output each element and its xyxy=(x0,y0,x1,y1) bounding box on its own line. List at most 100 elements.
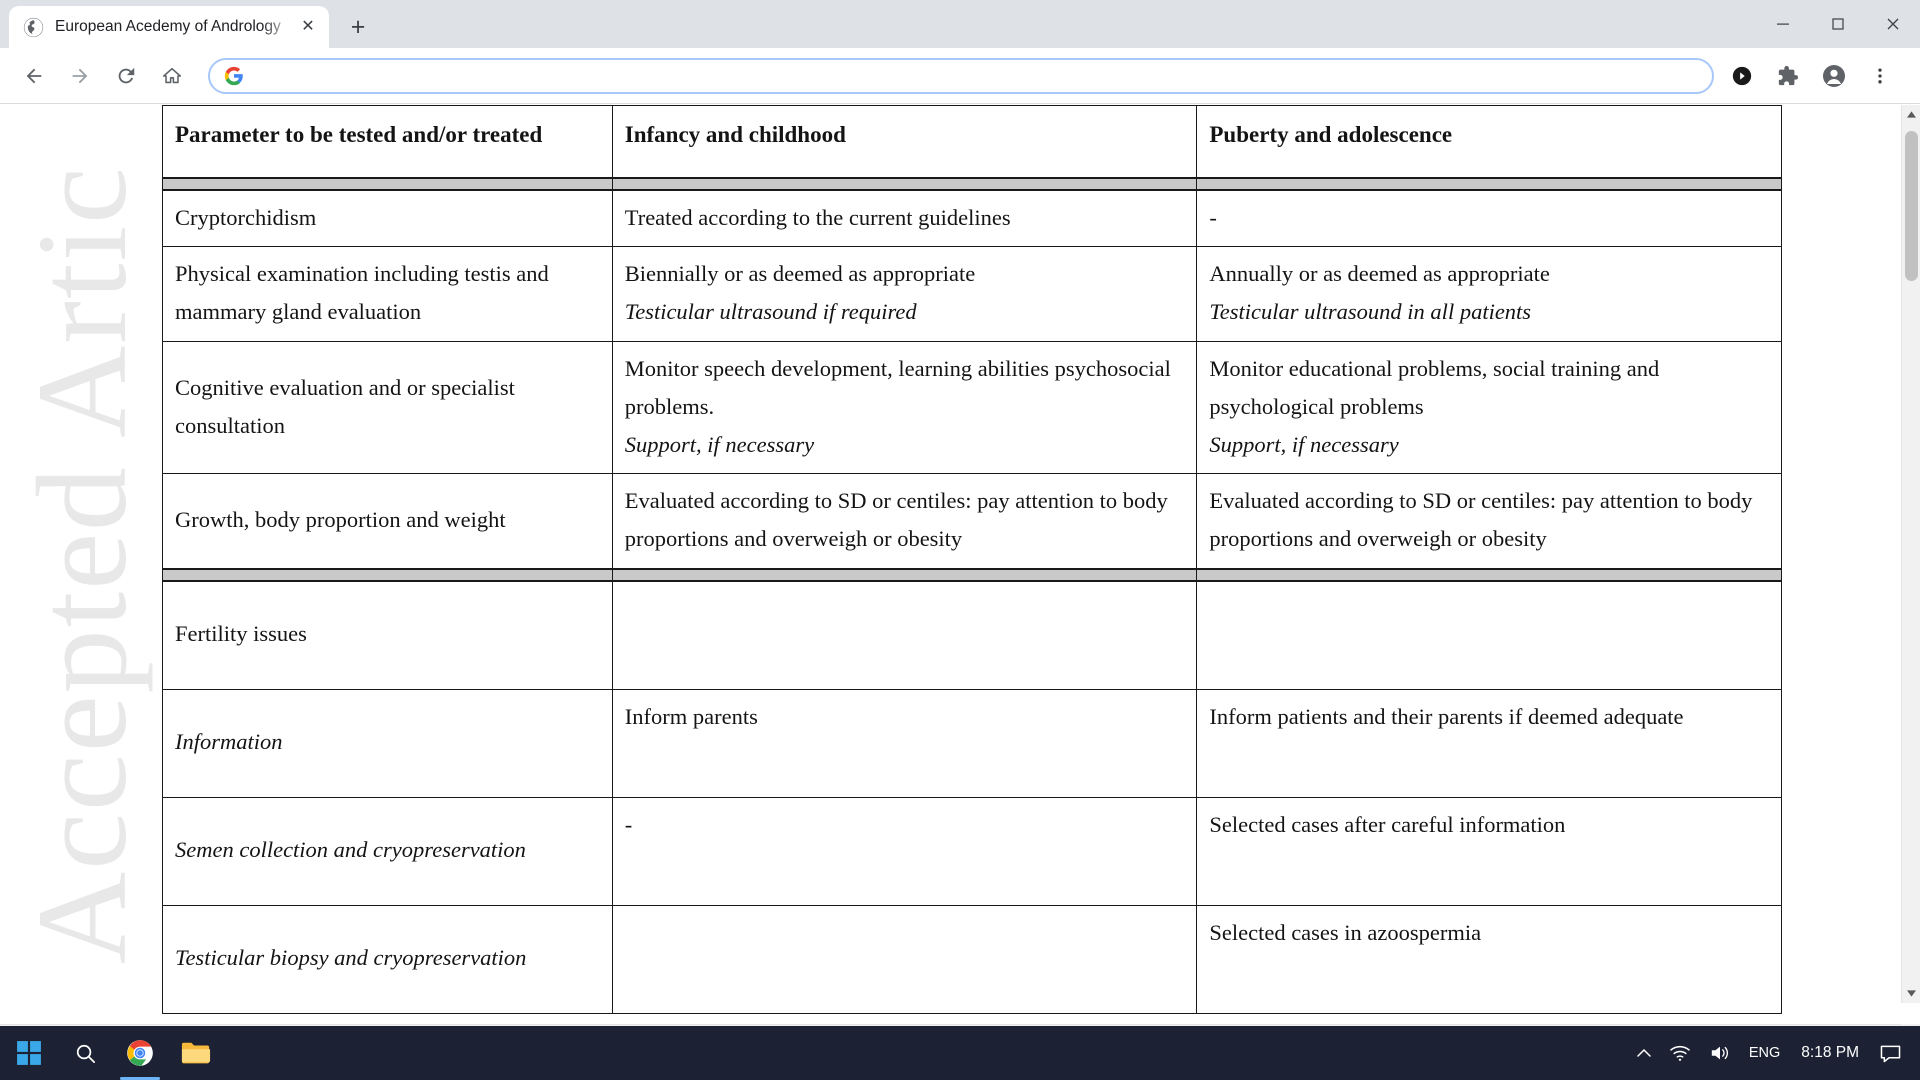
table-head: Parameter to be tested and/or treated In… xyxy=(162,105,1782,179)
three-dot-menu-icon[interactable] xyxy=(1860,56,1900,96)
cell-text-italic: Support, if necessary xyxy=(1209,431,1399,457)
section-divider-cell xyxy=(611,568,1198,582)
cell-text-italic: Testicular ultrasound if required xyxy=(624,299,917,325)
share-icon[interactable] xyxy=(1722,56,1762,96)
cell-puberty: Selected cases in azoospermia xyxy=(1196,904,1782,1014)
taskbar-chrome-button[interactable] xyxy=(112,1026,168,1080)
close-window-button[interactable] xyxy=(1865,0,1920,48)
table-body: Cryptorchidism Treated according to the … xyxy=(162,176,1782,1014)
section-divider-cell xyxy=(162,568,613,582)
table-row: Semen collection and cryopreservation - … xyxy=(162,796,1782,906)
cell-text-italic: Semen collection and cryopreservation xyxy=(175,837,526,863)
new-tab-button[interactable]: + xyxy=(341,10,375,44)
cell-text: Physical examination including testis an… xyxy=(175,261,549,325)
windows-taskbar: ENG 8:18 PM xyxy=(0,1026,1920,1080)
browser-tab-title: European Acedemy of Andrology xyxy=(55,18,281,35)
cell-puberty xyxy=(1196,580,1782,690)
cell-puberty: - xyxy=(1196,189,1782,248)
scroll-up-arrow-icon[interactable] xyxy=(1902,105,1920,124)
vertical-scrollbar-thumb[interactable] xyxy=(1905,131,1918,281)
cell-infancy: Biennially or as deemed as appropriate T… xyxy=(611,246,1198,343)
chrome-icon xyxy=(127,1040,153,1066)
notification-icon xyxy=(1880,1045,1901,1062)
google-g-icon xyxy=(224,66,243,85)
close-tab-icon[interactable]: ✕ xyxy=(295,14,321,40)
speaker-icon xyxy=(1711,1046,1728,1060)
cell-text-italic: Testicular ultrasound in all patients xyxy=(1209,299,1532,325)
cell-infancy xyxy=(611,904,1198,1014)
document-page: Accepted Artic Parameter to be tested an… xyxy=(0,105,1901,1014)
cell-parameter: Cognitive evaluation and or specialist c… xyxy=(162,341,613,475)
cell-parameter: Testicular biopsy and cryopreservation xyxy=(162,904,613,1014)
volume-button[interactable] xyxy=(1700,1026,1740,1080)
tray-expand-button[interactable] xyxy=(1628,1026,1660,1080)
cell-puberty: Evaluated according to SD or centiles: p… xyxy=(1196,473,1782,570)
cell-text: Inform patients and their parents if dee… xyxy=(1209,703,1684,729)
cell-text: Inform parents xyxy=(624,703,758,729)
cell-text: Cryptorchidism xyxy=(175,204,317,230)
cell-infancy: Inform parents xyxy=(611,688,1198,798)
windows-start-icon xyxy=(17,1041,41,1065)
scroll-down-arrow-icon[interactable] xyxy=(1902,984,1920,1003)
cell-text: Growth, body proportion and weight xyxy=(175,507,506,533)
cell-infancy: - xyxy=(611,796,1198,906)
window-controls xyxy=(1755,0,1920,48)
network-status-button[interactable] xyxy=(1660,1026,1700,1080)
cell-puberty: Selected cases after careful information xyxy=(1196,796,1782,906)
cell-infancy xyxy=(611,580,1198,690)
cell-puberty: Annually or as deemed as appropriate Tes… xyxy=(1196,246,1782,343)
cell-text: - xyxy=(624,811,633,837)
cell-text: Treated according to the current guideli… xyxy=(624,204,1011,230)
file-explorer-icon xyxy=(181,1042,211,1064)
taskbar-file-explorer-button[interactable] xyxy=(168,1026,224,1080)
extensions-puzzle-icon[interactable] xyxy=(1768,56,1808,96)
search-icon xyxy=(76,1044,95,1063)
home-button[interactable] xyxy=(152,56,192,96)
cell-text: Evaluated according to SD or centiles: p… xyxy=(624,488,1168,552)
table-row: Growth, body proportion and weight Evalu… xyxy=(162,473,1782,570)
notifications-button[interactable] xyxy=(1871,1026,1910,1080)
language-indicator[interactable]: ENG xyxy=(1740,1026,1789,1080)
cell-text: - xyxy=(1209,204,1217,230)
cell-text-italic: Support, if necessary xyxy=(624,431,815,457)
back-button[interactable] xyxy=(14,56,54,96)
cell-parameter: Physical examination including testis an… xyxy=(162,246,613,343)
cell-text: Cognitive evaluation and or specialist c… xyxy=(175,374,515,438)
maximize-window-button[interactable] xyxy=(1810,0,1865,48)
column-header-parameter: Parameter to be tested and/or treated xyxy=(162,105,613,179)
cell-text-italic: Testicular biopsy and cryopreservation xyxy=(175,945,527,971)
section-divider-cell xyxy=(1196,568,1782,582)
column-header-infancy: Infancy and childhood xyxy=(611,105,1198,179)
browser-tab[interactable]: European Acedemy of Andrology ✕ xyxy=(9,6,329,48)
table-row: Cognitive evaluation and or specialist c… xyxy=(162,341,1782,475)
table-row: Fertility issues xyxy=(162,580,1782,690)
address-bar[interactable] xyxy=(208,57,1714,94)
cell-text: Selected cases after careful information xyxy=(1209,811,1566,837)
start-button[interactable] xyxy=(0,1026,58,1080)
forward-button[interactable] xyxy=(60,56,100,96)
section-divider-cell xyxy=(1196,176,1782,191)
page-viewport: Accepted Artic Parameter to be tested an… xyxy=(0,105,1920,1026)
table-row: Cryptorchidism Treated according to the … xyxy=(162,189,1782,248)
column-header-puberty: Puberty and adolescence xyxy=(1196,105,1782,179)
section-divider-cell xyxy=(162,176,613,191)
minimize-window-button[interactable] xyxy=(1755,0,1810,48)
cell-infancy: Monitor speech development, learning abi… xyxy=(611,341,1198,475)
cell-text: Evaluated according to SD or centiles: p… xyxy=(1209,488,1753,552)
reload-button[interactable] xyxy=(106,56,146,96)
vertical-scrollbar[interactable] xyxy=(1901,105,1920,1003)
clock[interactable]: 8:18 PM xyxy=(1789,1026,1871,1080)
toolbar-right-actions xyxy=(1722,56,1906,96)
cell-infancy: Treated according to the current guideli… xyxy=(611,189,1198,248)
cell-text: Annually or as deemed as appropriate xyxy=(1209,261,1550,287)
table-header-row: Parameter to be tested and/or treated In… xyxy=(162,105,1782,179)
taskbar-search-button[interactable] xyxy=(58,1026,112,1080)
address-input[interactable] xyxy=(256,67,1698,84)
browser-toolbar xyxy=(0,48,1920,104)
section-divider-cell xyxy=(611,176,1198,191)
cell-text: Monitor speech development, learning abi… xyxy=(624,356,1171,419)
cell-puberty: Inform patients and their parents if dee… xyxy=(1196,688,1782,798)
account-profile-icon[interactable] xyxy=(1814,56,1854,96)
globe-icon xyxy=(23,17,44,37)
section-divider-row xyxy=(162,176,1782,191)
